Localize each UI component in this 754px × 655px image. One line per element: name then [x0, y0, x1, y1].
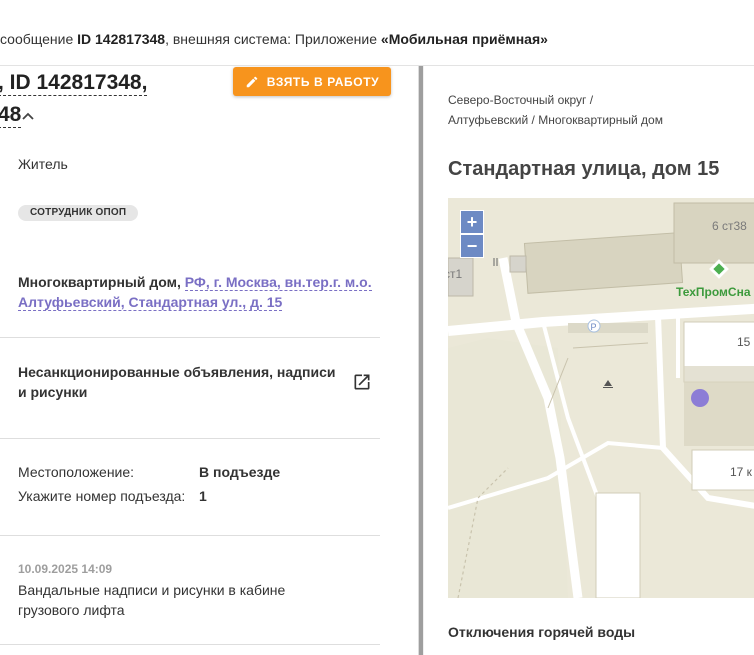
street-title: Стандартная улица, дом 15 [448, 158, 720, 180]
pencil-icon [246, 76, 258, 87]
breadcrumb-line1: Северо-Восточный округ / [448, 93, 594, 107]
details-panel: Северо-Восточный округ / Алтуфьевский / … [424, 66, 754, 655]
chevron-up-icon[interactable] [20, 108, 36, 124]
map-label-building-top: 6 ст38 [712, 219, 747, 233]
entrance-label: Укажите номер подъезда: [18, 488, 186, 504]
location-marker[interactable] [691, 389, 709, 407]
open-in-new-icon[interactable] [352, 372, 372, 392]
map-label-building-15: 15 [737, 335, 751, 349]
header-middle: , внешняя система: Приложение [165, 31, 378, 47]
top-bar: сообщение ID 142817348, внешняя система:… [0, 0, 754, 66]
divider [0, 337, 380, 338]
map-canvas: 6 ст38 ст1 ТехПромСна 15 17 к P [448, 198, 754, 598]
header-id: ID 142817348 [77, 31, 166, 47]
ticket-title-cont[interactable]: 48 [0, 103, 22, 128]
status-badge: СОТРУДНИК ОПОП [18, 205, 139, 221]
take-to-work-label: ВЗЯТЬ В РАБОТУ [266, 74, 380, 89]
location-label: Местоположение: [18, 464, 135, 480]
address: Многоквартирный дом, РФ, г. Москва, вн.т… [18, 272, 378, 312]
scrollbar[interactable] [419, 66, 423, 655]
divider [0, 438, 380, 439]
header-app-name: «Мобильная приёмная» [380, 31, 548, 47]
problem-category: Несанкционированные объявления, надписи … [18, 364, 336, 400]
zoom-in-button[interactable]: + [460, 210, 484, 234]
take-to-work-button[interactable]: ВЗЯТЬ В РАБОТУ [233, 67, 391, 96]
divider [0, 644, 380, 645]
zoom-controls: + − [460, 210, 484, 258]
map-label-parking: P [591, 322, 597, 332]
ticket-panel: , ID 142817348, 48 ВЗЯТЬ В РАБОТУ Житель… [0, 66, 418, 655]
message-description: Вандальные надписи и рисунки в кабине гр… [18, 582, 286, 618]
map-label-building-17: 17 к [730, 465, 753, 479]
message-header: сообщение ID 142817348, внешняя система:… [0, 31, 548, 47]
message-date: 10.09.2025 14:09 [18, 562, 113, 576]
divider [0, 535, 380, 536]
breadcrumb: Северо-Восточный округ / Алтуфьевский / … [448, 90, 663, 130]
ticket-title[interactable]: , ID 142817348, [0, 71, 148, 96]
map[interactable]: 6 ст38 ст1 ТехПромСна 15 17 к P + − [448, 198, 754, 598]
location-value: В подъезде [199, 464, 281, 480]
outage-title: Отключения горячей воды [448, 624, 636, 640]
header-prefix: сообщение [0, 31, 74, 47]
entrance-value: 1 [199, 488, 207, 504]
map-label-building-left: ст1 [448, 267, 462, 281]
map-label-poi: ТехПромСна [676, 285, 751, 299]
address-type: Многоквартирный дом, [18, 274, 181, 290]
applicant-role: Житель [18, 156, 68, 172]
breadcrumb-line2: Алтуфьевский / Многоквартирный дом [448, 113, 663, 127]
zoom-out-button[interactable]: − [460, 234, 484, 258]
